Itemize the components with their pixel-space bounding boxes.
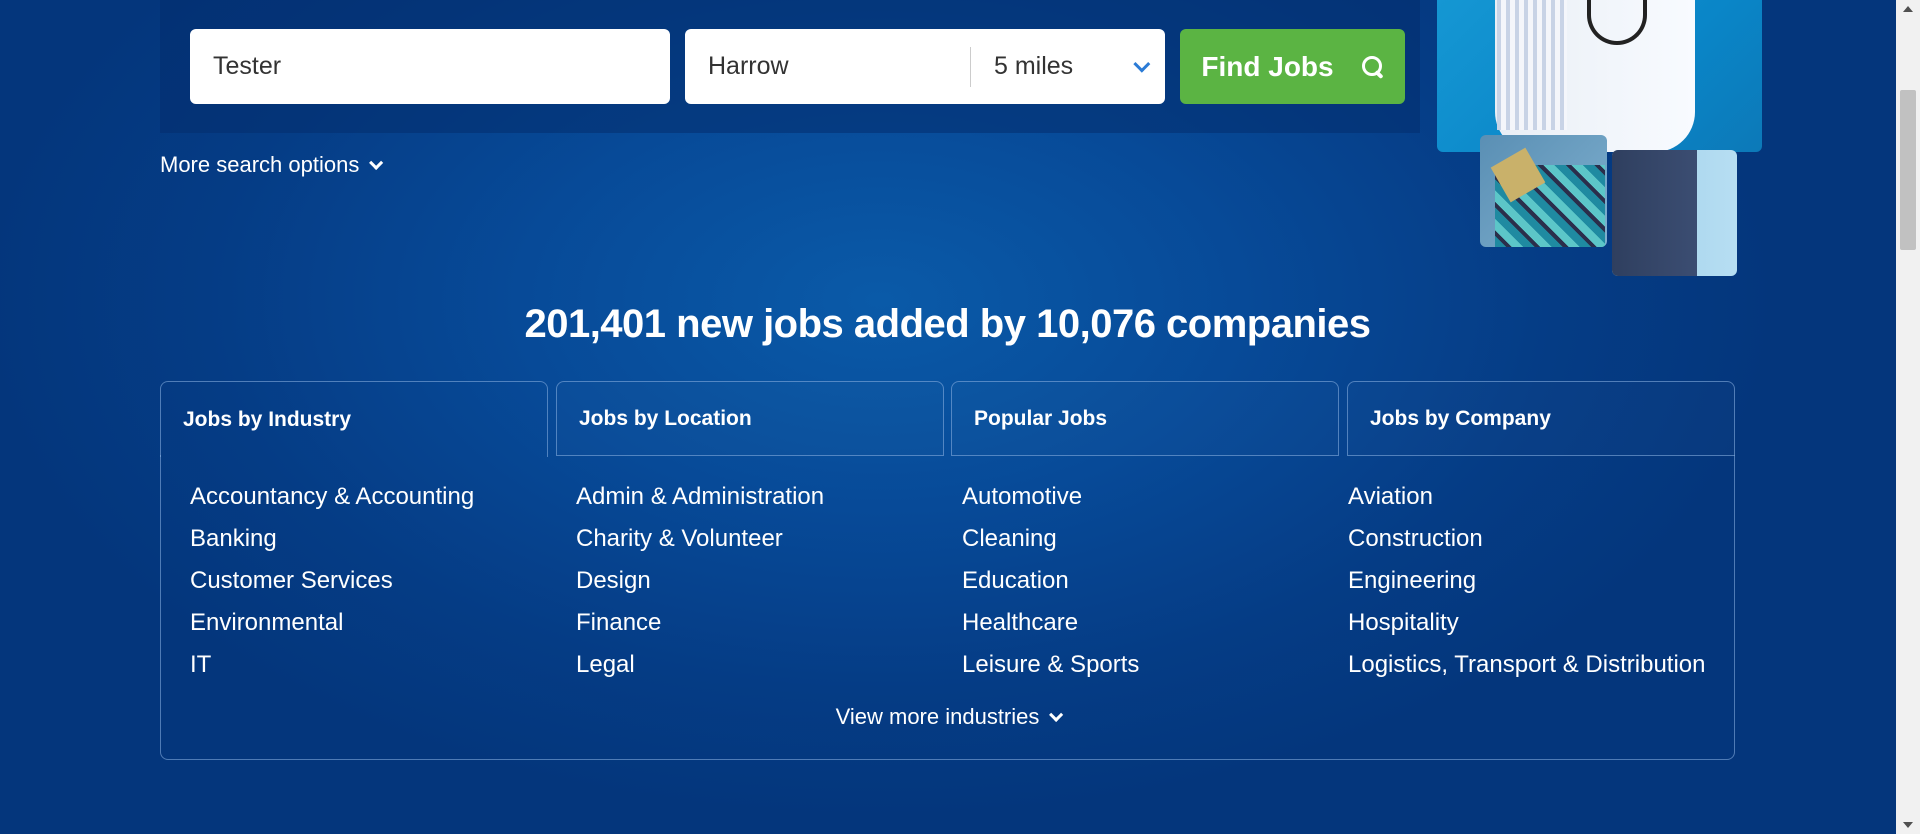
industry-link[interactable]: Hospitality — [1348, 606, 1734, 648]
category-tabs: Jobs by Industry Jobs by Location Popula… — [160, 381, 1735, 457]
tab-jobs-by-industry[interactable]: Jobs by Industry — [160, 381, 548, 457]
industry-link[interactable]: IT — [190, 648, 576, 690]
tab-jobs-by-company[interactable]: Jobs by Company — [1347, 381, 1735, 456]
industry-link[interactable]: Accountancy & Accounting — [190, 480, 576, 522]
industry-link[interactable]: Engineering — [1348, 564, 1734, 606]
industry-link[interactable]: Admin & Administration — [576, 480, 962, 522]
keyword-input[interactable]: Tester — [190, 29, 670, 104]
industry-link[interactable]: Leisure & Sports — [962, 648, 1348, 690]
industry-link[interactable]: Construction — [1348, 522, 1734, 564]
chevron-down-icon — [369, 155, 384, 170]
view-more-industries-link[interactable]: View more industries — [0, 704, 1895, 730]
scroll-thumb[interactable] — [1900, 90, 1916, 250]
find-jobs-button[interactable]: Find Jobs — [1180, 29, 1405, 104]
more-search-options-link[interactable]: More search options — [160, 152, 384, 178]
industry-link[interactable]: Aviation — [1348, 480, 1734, 522]
scroll-down-arrow-icon[interactable] — [1903, 822, 1913, 828]
industry-link[interactable]: Customer Services — [190, 564, 576, 606]
industry-column: Accountancy & Accounting Banking Custome… — [190, 480, 576, 690]
keyword-value[interactable]: Tester — [213, 52, 281, 81]
industry-link[interactable]: Charity & Volunteer — [576, 522, 962, 564]
view-more-industries-label: View more industries — [835, 704, 1040, 729]
chevron-down-icon — [1049, 707, 1064, 722]
industry-link[interactable]: Cleaning — [962, 522, 1348, 564]
more-search-options-label: More search options — [160, 152, 360, 177]
radius-value: 5 miles — [994, 52, 1074, 80]
hero-photo-doctor — [1437, 0, 1762, 152]
scroll-up-arrow-icon[interactable] — [1903, 6, 1913, 12]
industry-column: Admin & Administration Charity & Volunte… — [576, 480, 962, 690]
industry-link[interactable]: Education — [962, 564, 1348, 606]
industry-link[interactable]: Healthcare — [962, 606, 1348, 648]
tab-popular-jobs[interactable]: Popular Jobs — [951, 381, 1339, 456]
hero-photo-tradesperson — [1480, 135, 1607, 247]
jobs-count-headline: 201,401 new jobs added by 10,076 compani… — [524, 302, 1371, 346]
industry-link[interactable]: Design — [576, 564, 962, 606]
search-icon — [1361, 55, 1384, 78]
page-scrollbar[interactable] — [1896, 0, 1920, 834]
industry-link[interactable]: Automotive — [962, 480, 1348, 522]
industry-link[interactable]: Environmental — [190, 606, 576, 648]
industry-link[interactable]: Logistics, Transport & Distribution — [1348, 648, 1734, 690]
location-input[interactable]: Harrow — [685, 52, 970, 81]
industry-link[interactable]: Legal — [576, 648, 962, 690]
find-jobs-label: Find Jobs — [1201, 50, 1334, 82]
industry-link[interactable]: Finance — [576, 606, 962, 648]
hero-photo-business — [1612, 150, 1737, 276]
chevron-down-icon — [1133, 55, 1151, 73]
industry-column: Aviation Construction Engineering Hospit… — [1348, 480, 1734, 690]
radius-select[interactable]: 5 miles — [971, 52, 1165, 81]
industry-link[interactable]: Banking — [190, 522, 576, 564]
location-field[interactable]: Harrow 5 miles — [685, 29, 1165, 104]
industry-column: Automotive Cleaning Education Healthcare… — [962, 480, 1348, 690]
industry-list: Accountancy & Accounting Banking Custome… — [190, 480, 1734, 690]
tab-jobs-by-location[interactable]: Jobs by Location — [556, 381, 944, 456]
